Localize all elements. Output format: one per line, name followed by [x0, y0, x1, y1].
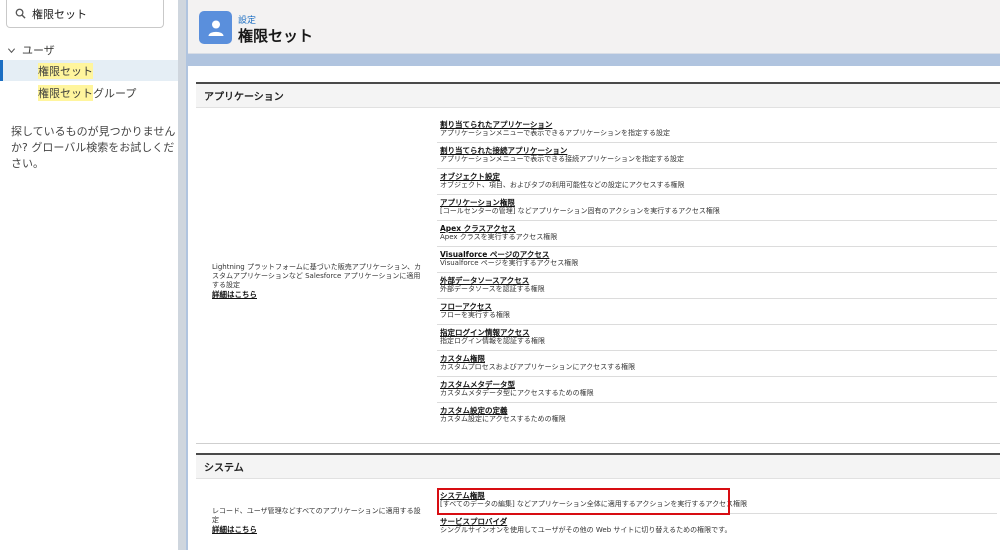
link-apex-class-access[interactable]: Apex クラスアクセス Apex クラスを実行するアクセス権限 [437, 221, 997, 247]
search-match-highlight: 権限セット [38, 84, 93, 101]
link-custom-metadata-types[interactable]: カスタムメタデータ型 カスタムメタデータ型にアクセスするための権限 [437, 377, 997, 403]
link-description: 指定ログイン情報を認証する権限 [440, 337, 545, 345]
section-description-apps: Lightning プラットフォームに基づいた販売アプリケーション、カスタムアプ… [212, 263, 427, 299]
link-description: カスタムプロセスおよびアプリケーションにアクセスする権限 [440, 363, 636, 371]
link-service-providers[interactable]: サービスプロバイダ シングルサインオンを使用してユーザがその他の Web サイト… [437, 514, 997, 540]
link-app-permissions[interactable]: アプリケーション権限 [コールセンターの管理] などアプリケーション固有のアクシ… [437, 195, 997, 221]
link-description: カスタム設定にアクセスするための権限 [440, 415, 566, 423]
link-description: オブジェクト、項目、およびタブの利用可能性などの設定にアクセスする権限 [440, 181, 685, 189]
link-visualforce-access[interactable]: Visualforce ページのアクセス Visualforce ページを実行す… [437, 247, 997, 273]
section-title: システム [204, 463, 244, 474]
link-description: [コールセンターの管理] などアプリケーション固有のアクションを実行するアクセス… [440, 207, 720, 215]
user-icon [208, 20, 223, 36]
section-description-text: Lightning プラットフォームに基づいた販売アプリケーション、カスタムアプ… [212, 263, 422, 289]
link-named-credential-access[interactable]: 指定ログイン情報アクセス 指定ログイン情報を認証する権限 [437, 325, 997, 351]
link-object-settings[interactable]: オブジェクト設定 オブジェクト、項目、およびタブの利用可能性などの設定にアクセス… [437, 169, 997, 195]
search-icon [15, 8, 26, 19]
link-flow-access[interactable]: フローアクセス フローを実行する権限 [437, 299, 997, 325]
quick-find-box[interactable] [6, 0, 164, 28]
tree-group-label: ユーザ [22, 44, 55, 57]
sidebar-item-permission-sets[interactable]: 権限セット [0, 60, 178, 81]
section-description-system: レコード、ユーザ管理などすべてのアプリケーションに適用する設定 詳細はこちら [212, 507, 427, 534]
section-description-text: レコード、ユーザ管理などすべてのアプリケーションに適用する設定 [212, 507, 421, 524]
link-description: Visualforce ページを実行するアクセス権限 [440, 259, 579, 267]
link-description: フローを実行する権限 [440, 311, 510, 319]
section-divider [196, 443, 1000, 444]
link-description: Apex クラスを実行するアクセス権限 [440, 233, 558, 241]
callout-highlight-box [437, 488, 730, 515]
sidebar-item-permission-set-groups[interactable]: 権限セット グループ [0, 82, 178, 103]
global-search-hint: 探しているものが見つかりませんか? グローバル検索をお試しください。 [11, 125, 176, 170]
page-header: 設定 権限セット [188, 0, 1000, 54]
link-assigned-connected-apps[interactable]: 割り当てられた接続アプリケーション アプリケーションメニューで表示できる接続アプ… [437, 143, 997, 169]
link-description: カスタムメタデータ型にアクセスするための権限 [440, 389, 594, 397]
search-match-highlight: 権限セット [38, 62, 93, 79]
chevron-down-icon [7, 47, 16, 53]
learn-more-link[interactable]: 詳細はこちら [212, 525, 427, 534]
link-description: アプリケーションメニューで表示できる接続アプリケーションを指定する設定 [440, 155, 684, 163]
link-assigned-apps[interactable]: 割り当てられたアプリケーション アプリケーションメニューで表示できるアプリケーシ… [437, 117, 997, 143]
sidebar-item-label-rest: グループ [93, 86, 137, 100]
setup-sidebar: ユーザ 権限セット 権限セットグループ 探しているものが見つかりませんか? グロ… [0, 0, 178, 550]
section-header-system: システム [196, 453, 1000, 479]
learn-more-link[interactable]: 詳細はこちら [212, 290, 427, 299]
link-custom-permissions[interactable]: カスタム権限 カスタムプロセスおよびアプリケーションにアクセスする権限 [437, 351, 997, 377]
page-title: 権限セット [238, 27, 314, 45]
link-description: 外部データソースを認証する権限 [440, 285, 545, 293]
link-external-data-source-access[interactable]: 外部データソースアクセス 外部データソースを認証する権限 [437, 273, 997, 299]
quick-find-input[interactable] [32, 7, 152, 20]
section-header-apps: アプリケーション [196, 82, 1000, 108]
section-title: アプリケーション [204, 92, 284, 103]
link-description: アプリケーションメニューで表示できるアプリケーションを指定する設定 [440, 129, 670, 137]
tree-group-users[interactable]: ユーザ [7, 42, 55, 58]
link-description: シングルサインオンを使用してユーザがその他の Web サイトに切り替えるための権… [440, 526, 732, 534]
link-custom-settings-definitions[interactable]: カスタム設定の定義 カスタム設定にアクセスするための権限 [437, 403, 997, 429]
header-icon [199, 11, 232, 44]
